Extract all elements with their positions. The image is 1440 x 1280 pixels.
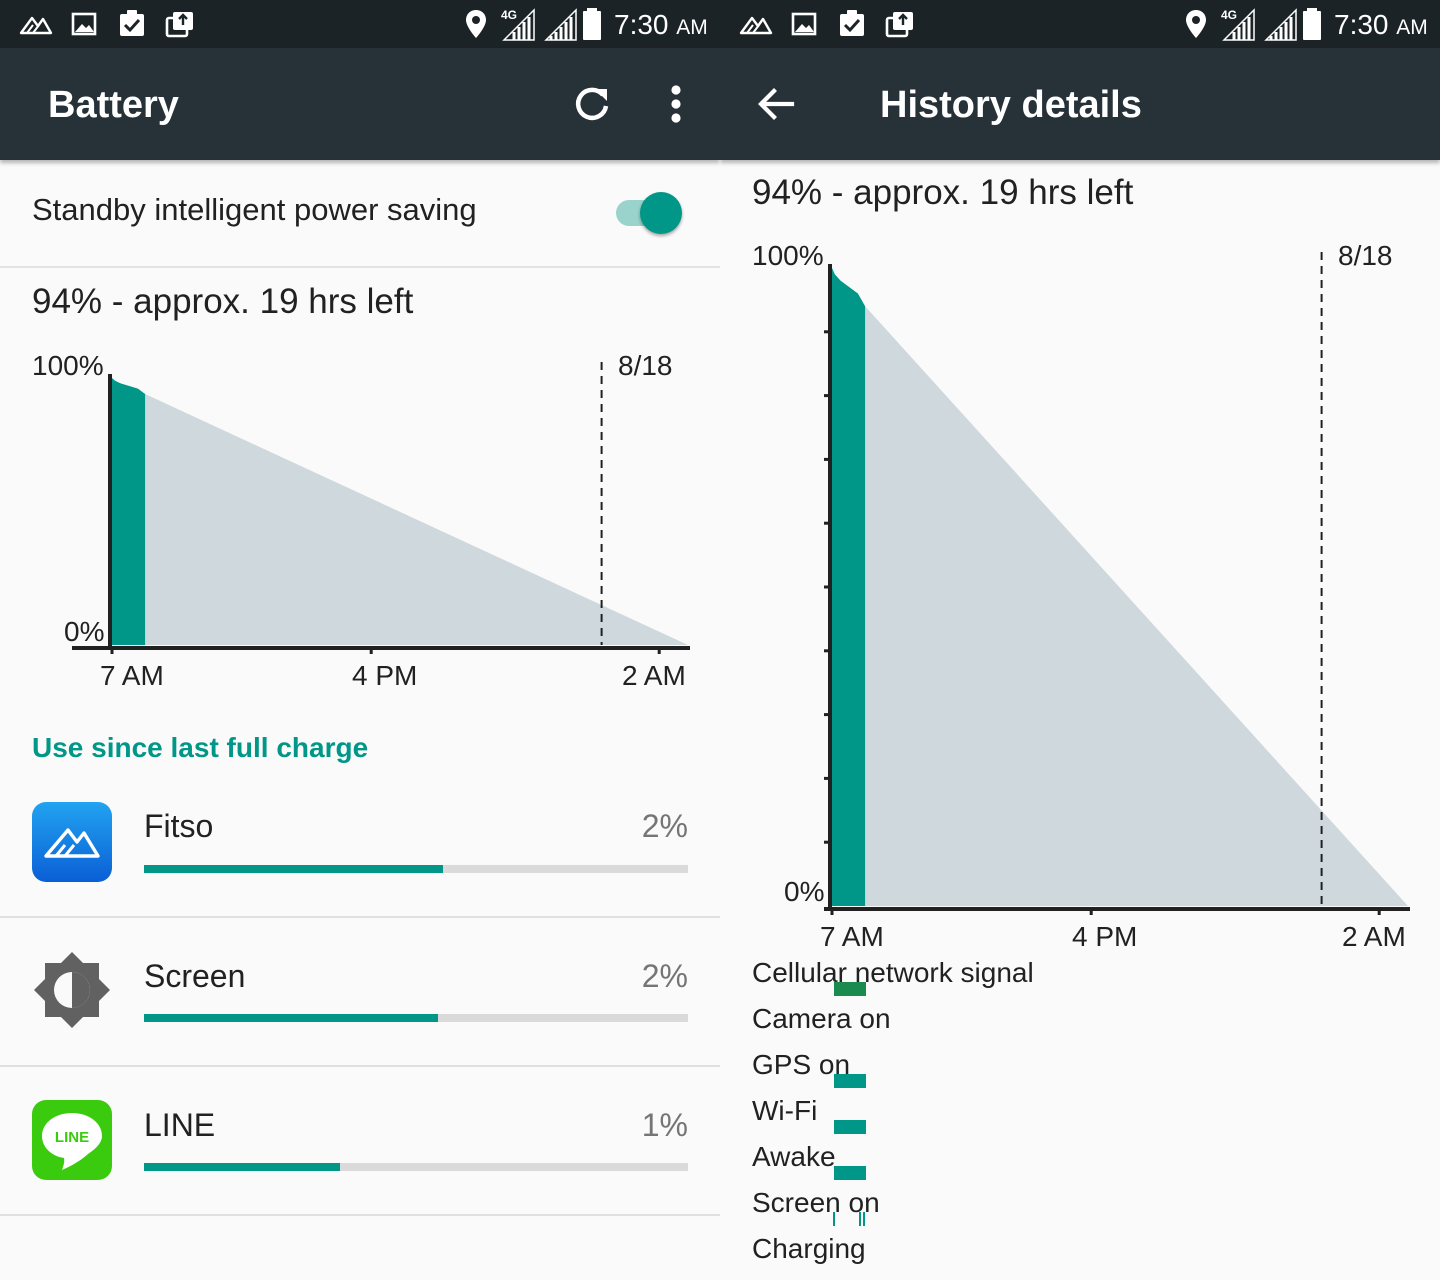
x-tick-label-4pm: 4 PM	[352, 660, 418, 691]
app-usage-row-fitso[interactable]: Fitso 2%	[0, 768, 720, 918]
app-usage-bar-fill	[144, 1014, 438, 1022]
legend-screen-on: Screen on	[752, 1187, 880, 1218]
app-usage-bar	[144, 1163, 688, 1171]
y-axis-max-label: 100%	[32, 350, 104, 381]
app-bar: History details	[720, 48, 1440, 160]
app-name: Fitso	[144, 808, 214, 844]
legend-camera-on: Camera on	[752, 1003, 891, 1034]
app-usage-row-line[interactable]: LINE LINE 1%	[0, 1067, 720, 1216]
app-usage-percent: 1%	[641, 1107, 688, 1143]
line-app-icon: LINE	[32, 1100, 112, 1180]
app-bar: Battery	[0, 48, 720, 160]
date-marker-label: 8/18	[1338, 240, 1393, 271]
legend-gps-on: GPS on	[752, 1049, 851, 1080]
more-vert-icon[interactable]	[648, 76, 704, 132]
x-tick-label-2am: 2 AM	[1342, 921, 1406, 952]
fitso-app-icon	[32, 802, 112, 882]
arrow-back-icon[interactable]	[748, 76, 804, 132]
app-usage-bar	[144, 1014, 688, 1022]
y-axis-min-label: 0%	[784, 876, 825, 907]
app-name: Screen	[144, 958, 246, 994]
app-usage-percent: 2%	[641, 808, 688, 844]
usage-section-title: Use since last full charge	[32, 732, 369, 763]
app-usage-bar	[144, 865, 688, 873]
page-title: Battery	[48, 84, 179, 126]
battery-projection-area	[865, 306, 1408, 906]
x-tick-label-7am: 7 AM	[100, 660, 164, 691]
app-name: LINE	[144, 1107, 216, 1143]
y-axis-max-label: 100%	[752, 240, 824, 271]
app-usage-row-screen[interactable]: Screen 2%	[0, 918, 720, 1067]
x-tick-label-4pm: 4 PM	[1072, 921, 1138, 952]
screen-brightness-icon	[34, 952, 110, 1028]
legend-wifi: Wi-Fi	[752, 1095, 818, 1126]
x-tick-label-2am: 2 AM	[622, 660, 686, 691]
battery-projection-area	[145, 394, 688, 645]
app-usage-percent: 2%	[641, 958, 688, 994]
legend-charging: Charging	[752, 1233, 866, 1264]
legend-awake: Awake	[752, 1141, 836, 1172]
battery-graph	[824, 252, 1410, 915]
battery-screen: 4G 7:30 AM Battery Standby intelligent p…	[0, 0, 720, 1280]
y-axis-min-label: 0%	[64, 616, 105, 647]
x-tick-label-7am: 7 AM	[820, 921, 884, 952]
battery-measured-area	[112, 378, 146, 645]
refresh-icon[interactable]	[564, 76, 620, 132]
app-usage-bar-fill	[144, 1163, 340, 1171]
battery-measured-area	[832, 268, 866, 906]
svg-text:LINE: LINE	[55, 1129, 89, 1146]
date-marker-label: 8/18	[618, 350, 673, 381]
page-title: History details	[880, 84, 1142, 126]
history-details-screen: 4G 7:30 AM History details 94% - approx.…	[720, 0, 1440, 1280]
legend-cellular-signal: Cellular network signal	[752, 957, 1034, 988]
app-usage-bar-fill	[144, 865, 444, 873]
